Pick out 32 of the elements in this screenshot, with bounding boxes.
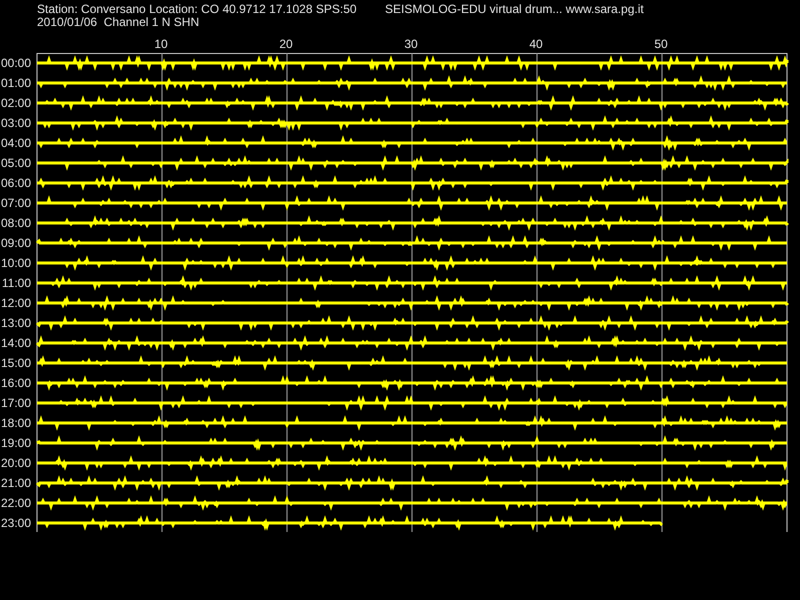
minute-label: 30 (404, 37, 418, 51)
hour-label: 14:00 (0, 336, 31, 350)
hour-label: 15:00 (0, 356, 31, 370)
hour-label: 16:00 (0, 376, 31, 390)
hour-label: 13:00 (0, 316, 31, 330)
hour-label: 21:00 (0, 476, 31, 490)
station-info: Station: Conversano Location: CO 40.9712 17.1028 SPS:50 (37, 3, 358, 16)
hour-label: 19:00 (0, 436, 31, 450)
hour-label: 00:00 (0, 56, 31, 70)
hour-label: 17:00 (0, 396, 31, 410)
minute-label: 50 (654, 37, 668, 51)
hour-label: 05:00 (0, 156, 31, 170)
hour-label: 06:00 (0, 176, 31, 190)
minute-label: 20 (279, 37, 293, 51)
hour-label: 09:00 (0, 236, 31, 250)
date-channel-info: 2010/01/06 Channel 1 N SHN (37, 15, 200, 29)
app-title: SEISMOLOG-EDU virtual drum... www.sara.pg.it (385, 3, 644, 16)
hour-label: 23:00 (0, 516, 31, 530)
hour-label: 20:00 (0, 456, 31, 470)
hour-label: 11:00 (2, 276, 31, 290)
hour-label: 10:00 (0, 256, 31, 270)
hour-label: 02:00 (0, 96, 31, 110)
hour-label: 18:00 (0, 416, 31, 430)
hour-label: 07:00 (0, 196, 31, 210)
hour-label: 04:00 (0, 136, 31, 150)
hour-label: 22:00 (0, 496, 31, 510)
hour-label: 01:00 (0, 76, 31, 90)
hour-label: 08:00 (0, 216, 31, 230)
hour-label: 12:00 (0, 296, 31, 310)
minute-label: 10 (154, 37, 168, 51)
hour-label: 03:00 (0, 116, 31, 130)
minute-label: 40 (529, 37, 543, 51)
